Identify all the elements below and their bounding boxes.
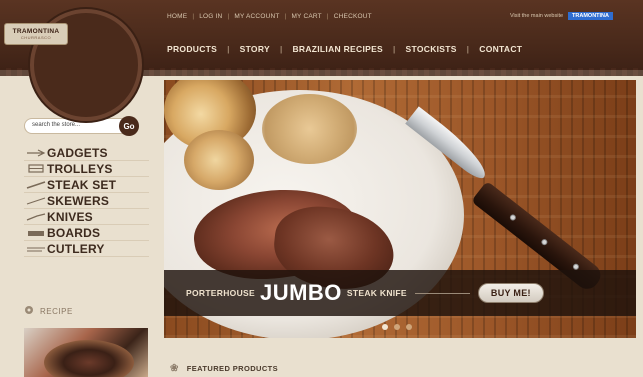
category-label: STEAK SET (47, 177, 117, 192)
category-label: CUTLERY (47, 241, 105, 256)
slider-dot-3[interactable] (406, 324, 412, 330)
hero-farofa (262, 94, 357, 164)
knife-icon (24, 212, 47, 222)
nav-link-my-account[interactable]: MY ACCOUNT (234, 13, 279, 20)
nav-stockists[interactable]: STOCKISTS (406, 44, 457, 54)
logo-line1: TRAMONTINA (12, 28, 60, 35)
gadget-icon (24, 148, 47, 158)
category-label: GADGETS (47, 145, 108, 160)
separator: | (393, 44, 396, 54)
separator: | (326, 13, 329, 20)
featured-label: FEATURED PRODUCTS (186, 364, 279, 373)
hero-banner: PORTERHOUSE JUMBO STEAK KNIFE BUY ME! (164, 270, 636, 316)
nav-link-checkout[interactable]: CHECKOUT (334, 13, 372, 20)
slider-dot-1[interactable] (382, 324, 388, 330)
search-go-button[interactable]: Go (119, 116, 139, 136)
separator: | (227, 13, 230, 20)
hero-slider[interactable]: PORTERHOUSE JUMBO STEAK KNIFE BUY ME! (164, 80, 636, 338)
category-skewers[interactable]: SKEWERS (24, 193, 149, 209)
category-trolleys[interactable]: TROLLEYS (24, 161, 149, 177)
separator: | (192, 13, 195, 20)
hero-garlic-2 (184, 130, 254, 190)
category-gadgets[interactable]: GADGETS (24, 145, 149, 161)
logo-line2: CHURRASCO (20, 35, 52, 40)
nav-brazilian-recipes[interactable]: BRAZILIAN RECIPES (292, 44, 383, 54)
nav-link-login[interactable]: LOG IN (199, 13, 222, 20)
cutlery-icon (24, 244, 47, 254)
hero-pre-title: PORTERHOUSE (186, 288, 255, 298)
separator: | (227, 44, 230, 54)
trolley-icon (24, 163, 47, 174)
recipe-heading: RECIPE (24, 305, 73, 317)
main-nav: PRODUCTS | STORY | BRAZILIAN RECIPES | S… (167, 44, 522, 54)
category-label: BOARDS (47, 225, 101, 240)
category-label: KNIVES (47, 209, 93, 224)
hero-title: JUMBO (259, 280, 342, 305)
category-cutlery[interactable]: CUTLERY (24, 241, 149, 257)
hero-post-title: STEAK KNIFE (346, 288, 407, 298)
nav-contact[interactable]: CONTACT (479, 44, 522, 54)
nav-link-my-cart[interactable]: MY CART (291, 13, 321, 20)
recipe-icon (24, 305, 34, 317)
featured-icon: ❀ (170, 363, 179, 374)
separator: | (466, 44, 470, 54)
rivet (540, 237, 549, 247)
nav-link-home[interactable]: HOME (167, 13, 187, 20)
recipe-thumbnail[interactable] (24, 328, 148, 377)
recipe-dish (44, 340, 134, 377)
category-steak-set[interactable]: STEAK SET (24, 177, 149, 193)
logo-plate: TRAMONTINA CHURRASCO (4, 23, 68, 45)
separator: | (284, 13, 287, 20)
recipe-label: RECIPE (40, 306, 73, 316)
visit-main-site[interactable]: Visit the main website TRAMONTINA (510, 12, 613, 20)
skewer-icon (24, 196, 47, 206)
nav-products[interactable]: PRODUCTS (167, 44, 217, 54)
board-icon (24, 228, 47, 238)
visit-badge[interactable]: TRAMONTINA (568, 12, 613, 20)
brand-logo[interactable]: TRAMONTINA CHURRASCO (4, 9, 142, 121)
buy-me-button[interactable]: BUY ME! (477, 283, 544, 303)
category-label: TROLLEYS (47, 161, 113, 176)
nav-story[interactable]: STORY (240, 44, 270, 54)
category-knives[interactable]: KNIVES (24, 209, 149, 225)
steak-set-icon (24, 180, 47, 190)
slider-dot-2[interactable] (394, 324, 400, 330)
visit-text: Visit the main website (509, 13, 564, 19)
separator: | (279, 44, 283, 54)
category-boards[interactable]: BOARDS (24, 225, 149, 241)
category-list: GADGETS TROLLEYS STEAK SET SKEWERS KNIVE… (24, 145, 149, 257)
slider-dots (382, 324, 412, 330)
utility-nav: HOME | LOG IN | MY ACCOUNT | MY CART | C… (167, 13, 372, 20)
rivet (508, 213, 518, 222)
banner-divider (414, 292, 470, 294)
category-label: SKEWERS (47, 193, 110, 208)
featured-heading: ❀ FEATURED PRODUCTS (170, 363, 278, 374)
